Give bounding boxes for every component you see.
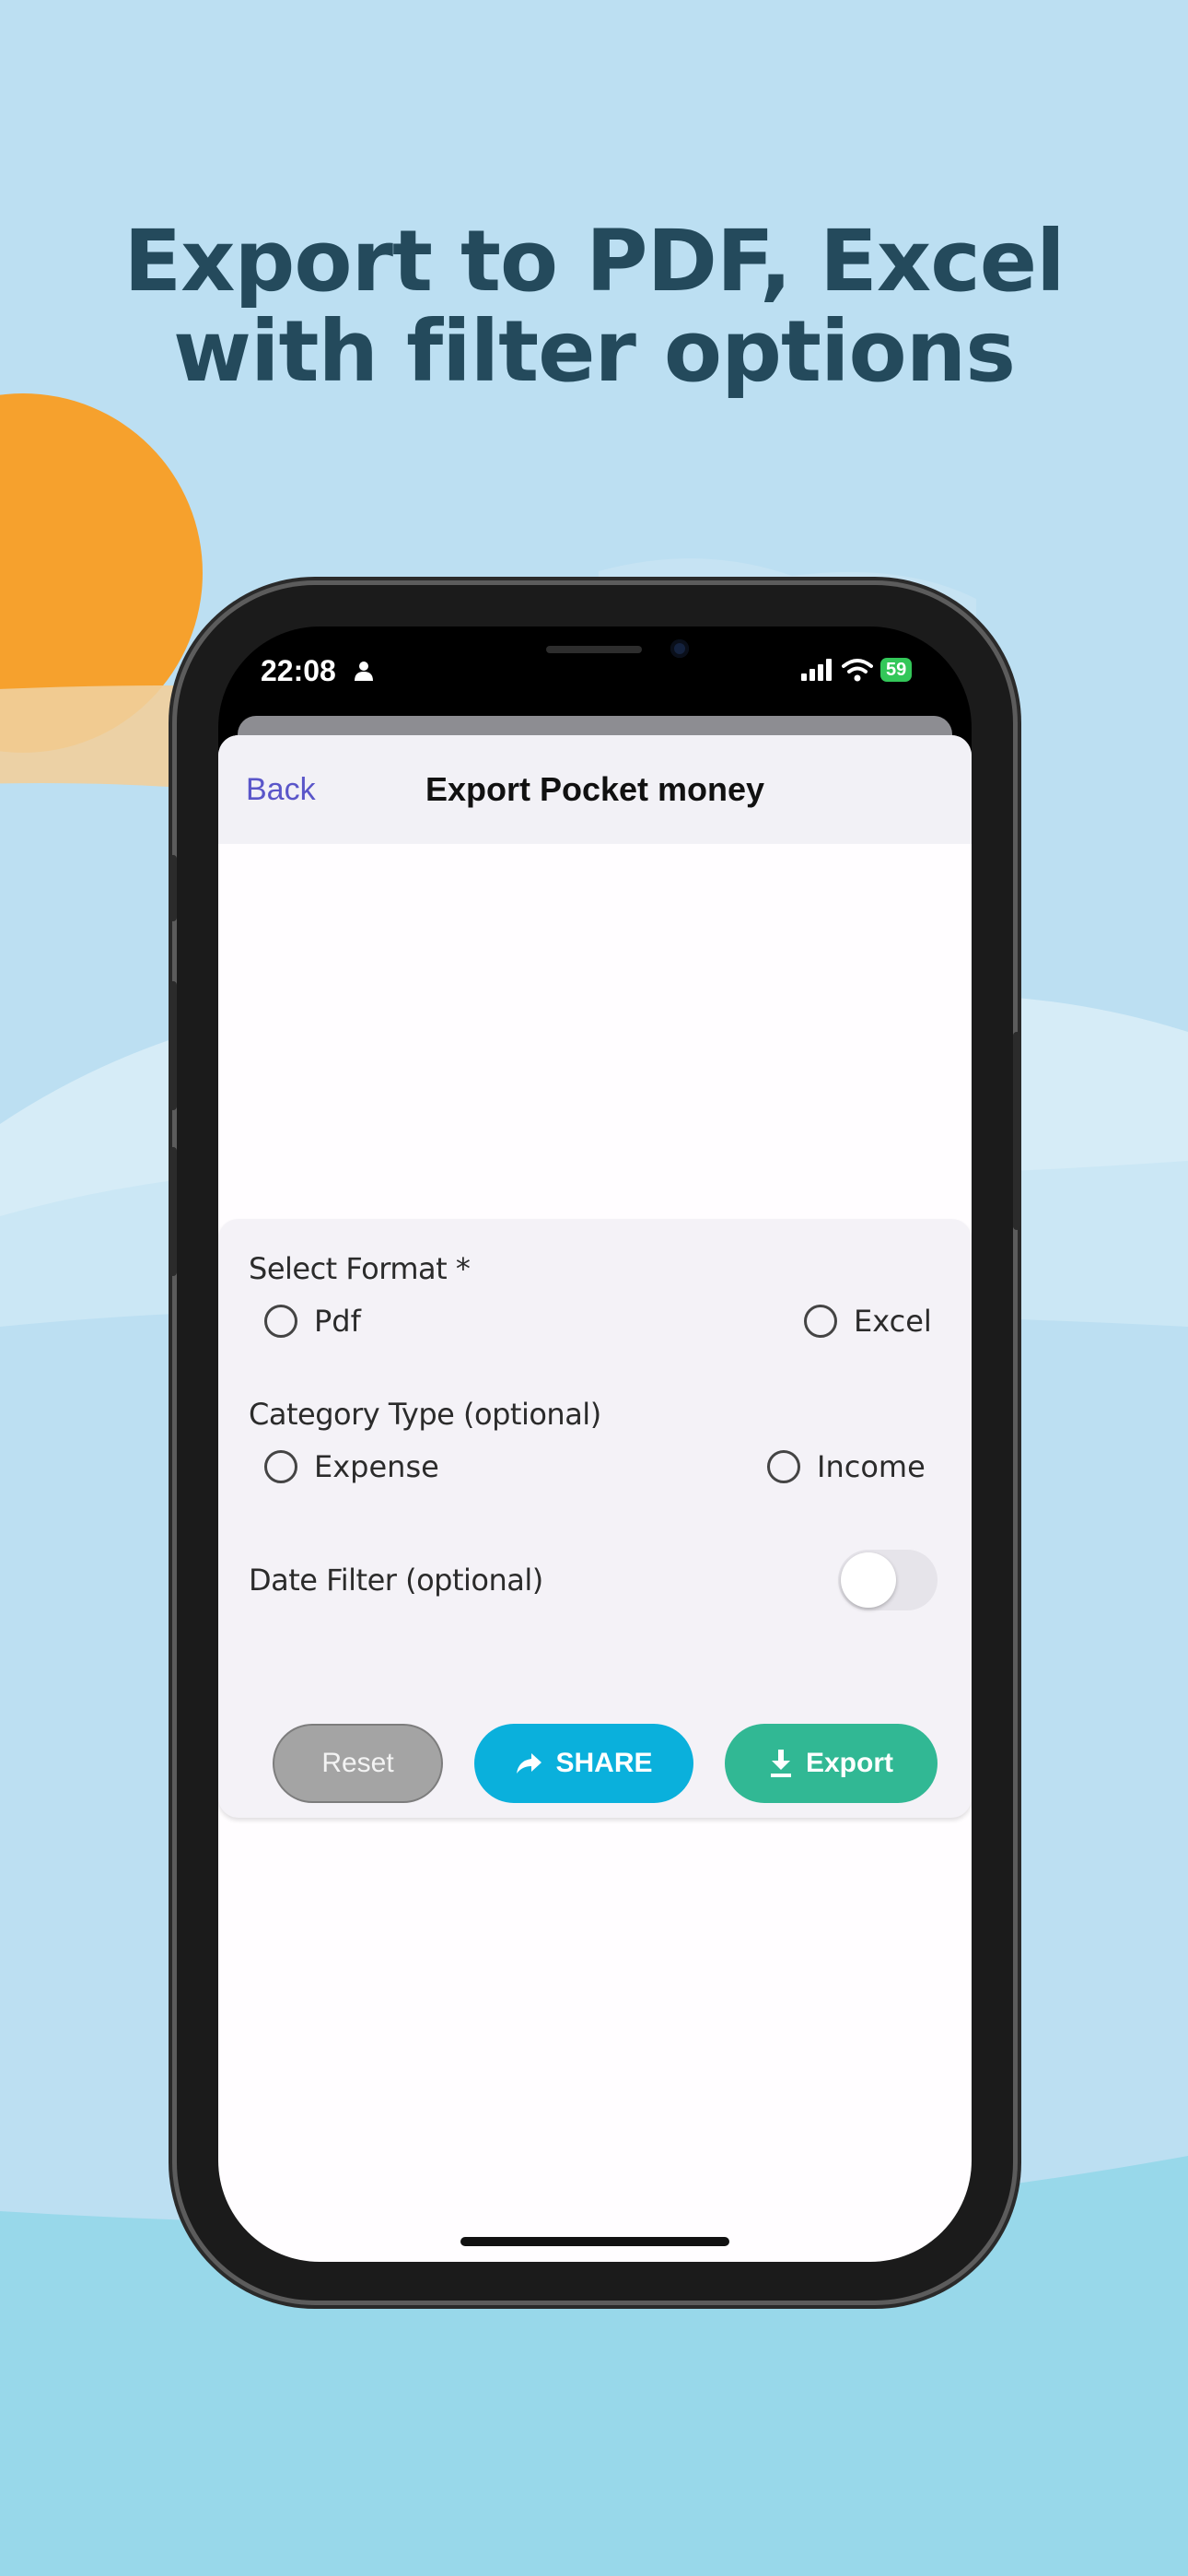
- radio-income-label: Income: [817, 1449, 926, 1484]
- radio-circle-icon: [264, 1450, 297, 1483]
- front-camera: [670, 639, 689, 658]
- toggle-knob: [841, 1552, 896, 1608]
- share-button[interactable]: SHARE: [474, 1724, 693, 1803]
- select-format-label: Select Format *: [249, 1251, 471, 1286]
- share-arrow-icon: [517, 1753, 542, 1774]
- radio-expense-label: Expense: [314, 1449, 439, 1484]
- radio-circle-icon: [804, 1305, 837, 1338]
- share-button-label: SHARE: [555, 1748, 653, 1778]
- wifi-icon: [842, 659, 873, 682]
- cellular-signal-icon: [801, 659, 832, 681]
- navigation-bar: Back Export Pocket money: [218, 735, 972, 844]
- export-button[interactable]: Export: [725, 1724, 938, 1803]
- mute-switch: [169, 855, 177, 921]
- headline-line-2: with filter options: [173, 302, 1016, 401]
- volume-down-button: [169, 1147, 177, 1276]
- export-options-panel: Select Format * Pdf Excel Category Type …: [218, 1219, 972, 1818]
- download-icon: [770, 1750, 791, 1777]
- date-filter-toggle[interactable]: [838, 1550, 938, 1610]
- radio-circle-icon: [264, 1305, 297, 1338]
- status-time: 22:08: [261, 654, 336, 687]
- reset-button[interactable]: Reset: [273, 1724, 443, 1803]
- reset-button-label: Reset: [321, 1748, 394, 1778]
- status-indicators: 59: [801, 658, 913, 682]
- page-headline: Export to PDF, Excel with filter options: [0, 217, 1188, 397]
- volume-up-button: [169, 981, 177, 1110]
- export-button-label: Export: [805, 1748, 893, 1778]
- category-type-label: Category Type (optional): [249, 1397, 601, 1432]
- radio-pdf[interactable]: Pdf: [264, 1304, 361, 1339]
- person-icon: [355, 662, 373, 681]
- export-sheet: Back Export Pocket money Select Format *…: [218, 735, 972, 2262]
- radio-expense[interactable]: Expense: [264, 1449, 439, 1484]
- page-title: Export Pocket money: [425, 770, 765, 808]
- earpiece-speaker: [546, 646, 642, 653]
- radio-circle-icon: [767, 1450, 800, 1483]
- battery-indicator: 59: [880, 658, 913, 682]
- headline-line-1: Export to PDF, Excel: [123, 212, 1065, 310]
- date-filter-label: Date Filter (optional): [249, 1563, 543, 1598]
- radio-income[interactable]: Income: [767, 1449, 926, 1484]
- radio-excel[interactable]: Excel: [804, 1304, 932, 1339]
- home-indicator: [460, 2237, 729, 2246]
- radio-pdf-label: Pdf: [314, 1304, 361, 1339]
- power-button: [1013, 1032, 1020, 1230]
- radio-excel-label: Excel: [854, 1304, 932, 1339]
